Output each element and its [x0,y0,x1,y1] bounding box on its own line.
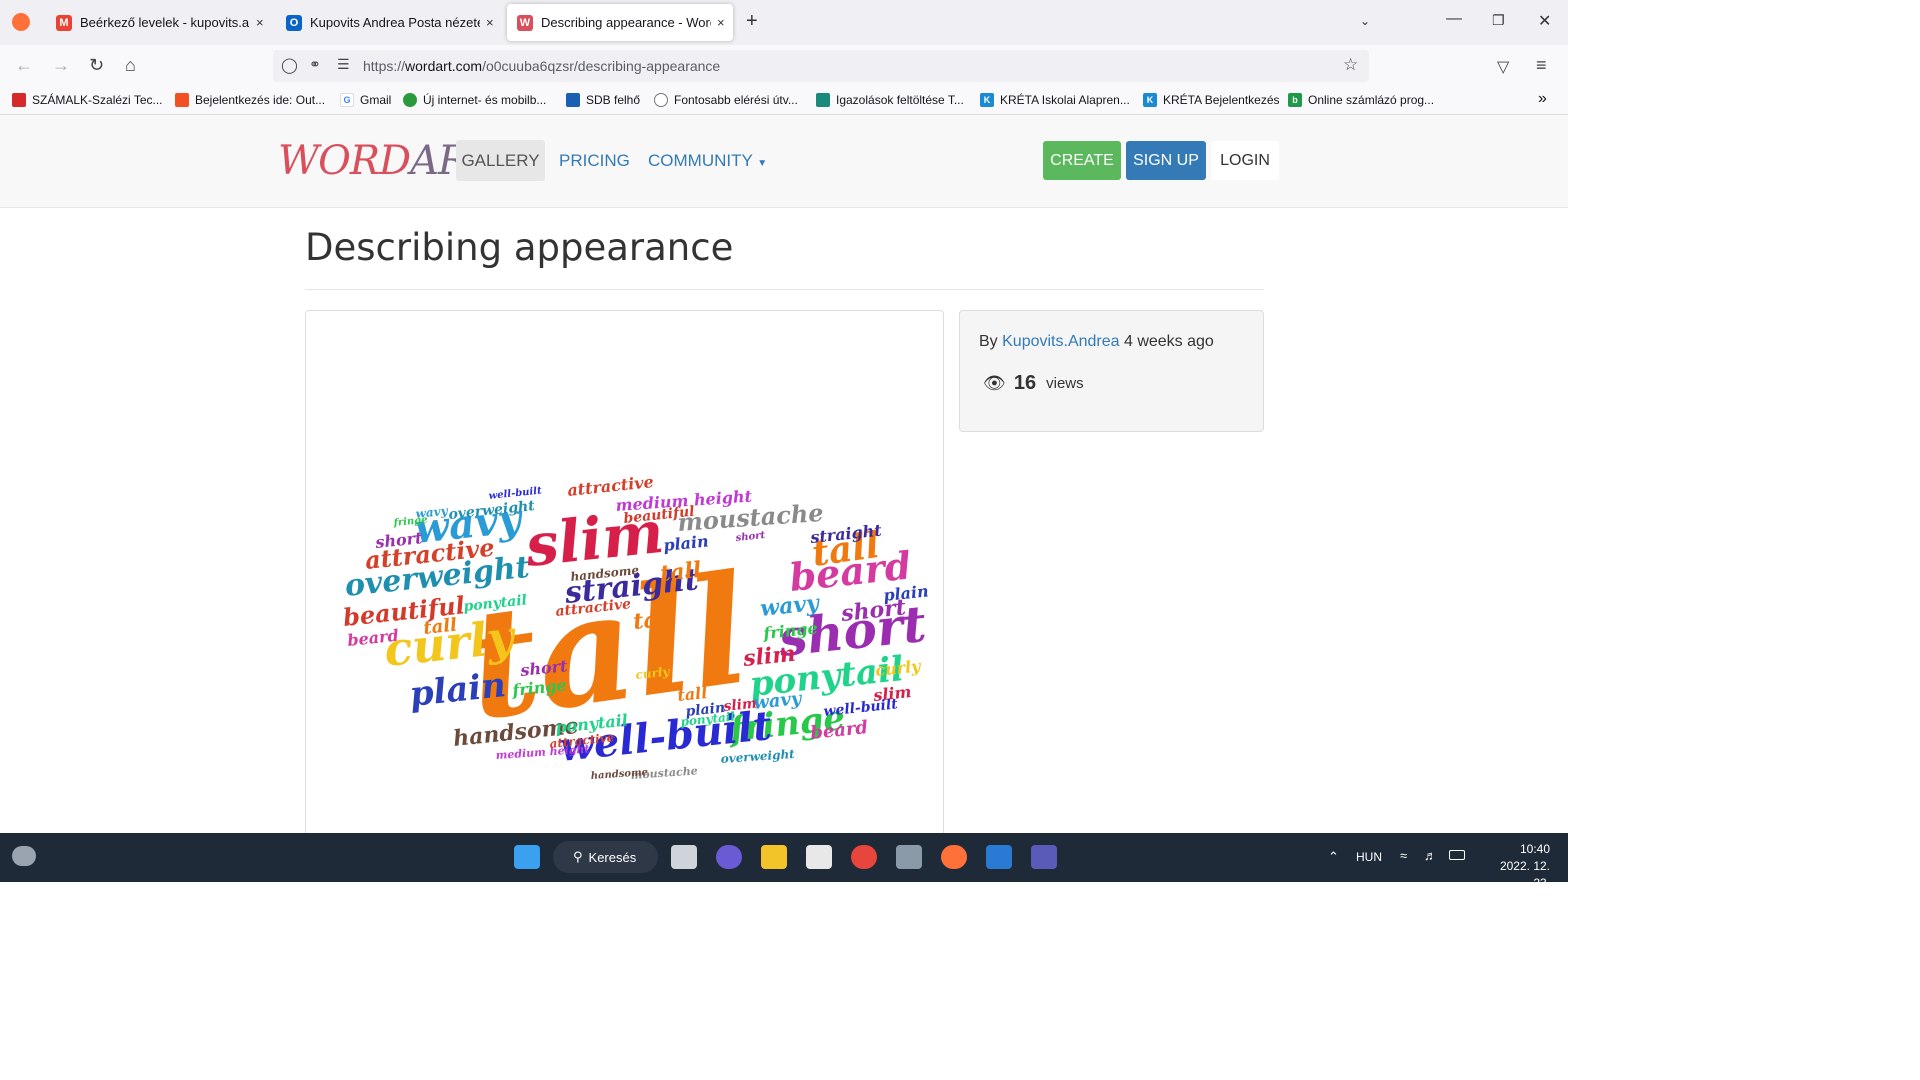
window-close-icon[interactable]: ✕ [1538,11,1551,31]
gmail-icon: M [56,14,72,31]
lock-icon[interactable]: ⚭ [309,56,321,73]
shield-icon[interactable]: ◯ [281,56,298,74]
divider [305,289,1264,290]
file-explorer-icon[interactable] [761,845,787,869]
back-icon[interactable]: ← [15,55,33,76]
info-panel [959,310,1264,432]
bookmark-star-icon[interactable]: ☆ [1343,55,1358,75]
url-bar[interactable]: ◯ ⚭ ☰ https://wordart.com/o0cuuba6qzsr/d… [273,50,1369,82]
views-counter: 👁 16 views [983,372,1084,394]
bookmark-item[interactable]: K KRÉTA Iskolai Alapren... [980,93,1130,107]
list-tabs-icon[interactable]: ⌄ [1360,14,1370,28]
page-title: Describing appearance [305,226,734,269]
permissions-icon[interactable]: ☰ [337,56,350,73]
bookmark-item[interactable]: Bejelentkezés ide: Out... [175,93,325,107]
bookmark-item[interactable]: Fontosabb elérési útv... [654,93,798,107]
wifi-icon[interactable]: ≈ [1400,848,1407,863]
forward-icon[interactable]: → [52,55,70,76]
eye-icon: 👁 [983,373,1006,393]
caret-down-icon: ▼ [757,158,768,169]
close-icon[interactable]: × [256,15,264,30]
windows-start-icon[interactable] [514,845,540,869]
search-icon: ⚲ [573,849,583,864]
store-icon[interactable] [806,845,832,869]
minimize-icon[interactable]: — [1446,10,1462,28]
close-icon[interactable]: × [486,15,494,30]
clock[interactable]: 10:40 2022. 12. 23. [1480,841,1550,892]
teams-icon[interactable] [1031,845,1057,869]
wordcloud-word: tall [632,605,676,635]
login-button[interactable]: LOGIN [1211,141,1279,180]
tab-outlook[interactable]: O Kupovits Andrea Posta nézete – Outlook… [286,0,496,45]
globe-icon [654,93,668,107]
home-icon[interactable]: ⌂ [125,55,136,76]
taskbar-search[interactable]: ⚲ Keresés [553,841,658,873]
app-icon[interactable] [986,845,1012,869]
battery-icon[interactable] [1449,850,1465,860]
wordcloud-word: slim [871,682,912,705]
bookmark-item[interactable]: SDB felhő [566,93,640,107]
bookmark-item[interactable]: Új internet- és mobilb... [403,93,546,107]
bookmark-item[interactable]: G Gmail [340,93,391,107]
kreta-icon: K [980,93,994,107]
microsoft-icon [175,93,189,107]
new-tab-button[interactable]: + [746,10,758,33]
language-indicator[interactable]: HUN [1356,850,1382,864]
bookmark-item[interactable]: K KRÉTA Bejelentkezés [1143,93,1280,107]
nav-community[interactable]: COMMUNITY ▼ [648,151,767,171]
pocket-icon[interactable]: ▽ [1497,57,1509,77]
create-button[interactable]: CREATE [1043,141,1121,180]
restore-icon[interactable]: ❐ [1492,12,1505,29]
wordcloud-panel: tall short slim wavy overweight curly plain bea… [305,310,944,850]
outlook-icon: O [286,14,302,31]
close-icon[interactable]: × [717,15,725,30]
browser-tab-bar: M Beérkező levelek - kupovits.andrea × O… [0,0,1568,45]
url-text[interactable]: https://wordart.com/o0cuuba6qzsr/describ… [363,58,720,74]
nav-gallery[interactable]: GALLERY [456,140,545,181]
bookmark-favicon-icon [816,93,830,107]
volume-icon[interactable]: ♬ [1424,848,1437,863]
tab-gmail[interactable]: M Beérkező levelek - kupovits.andrea × [56,0,268,45]
bookmark-favicon-icon [12,93,26,107]
byline: By Kupovits.Andrea 4 weeks ago [979,333,1214,350]
weather-icon[interactable] [12,846,36,866]
wordcloud-word: tall [659,557,703,587]
nav-pricing[interactable]: PRICING [559,151,630,171]
wordart-icon: W [517,14,533,31]
kreta-icon: K [1143,93,1157,107]
bookmark-item[interactable]: SZÁMALK-Szalézi Tec... [12,93,163,107]
bookmark-favicon-icon [403,93,417,107]
reload-icon[interactable]: ↻ [89,55,104,76]
more-bookmarks-icon[interactable]: » [1538,90,1547,108]
wordcloud-word: tall [422,615,458,639]
firefox-icon[interactable] [12,13,30,31]
wordcloud-word: curly [874,656,923,680]
bookmarks-toolbar: SZÁMALK-Szalézi Tec... Bejelentkezés ide… [0,87,1568,115]
bookmark-item[interactable]: b Online számlázó prog... [1288,93,1434,107]
tab-wordart[interactable]: W Describing appearance - WordArt × [507,4,733,41]
task-view-icon[interactable] [671,845,697,869]
firefox-taskbar-icon[interactable] [941,845,967,869]
google-icon: G [340,93,354,107]
site-header [0,115,1568,208]
chrome-icon[interactable] [851,845,877,869]
wordcloud-word: tall [676,683,708,705]
billingo-icon: b [1288,93,1302,107]
chat-icon[interactable] [716,845,742,869]
bookmark-item[interactable]: Igazolások feltöltése T... [816,93,964,107]
cloud-icon [566,93,580,107]
wordcloud-image[interactable]: tall shortslimwavyoverweightcurlyplainbea… [306,311,943,849]
signup-button[interactable]: SIGN UP [1126,141,1206,180]
app-icon[interactable] [896,845,922,869]
menu-icon[interactable]: ≡ [1536,55,1547,76]
author-link[interactable]: Kupovits.Andrea [1002,333,1119,350]
chevron-up-icon[interactable]: ⌃ [1328,849,1339,865]
wordcloud-word: slim [741,641,797,672]
